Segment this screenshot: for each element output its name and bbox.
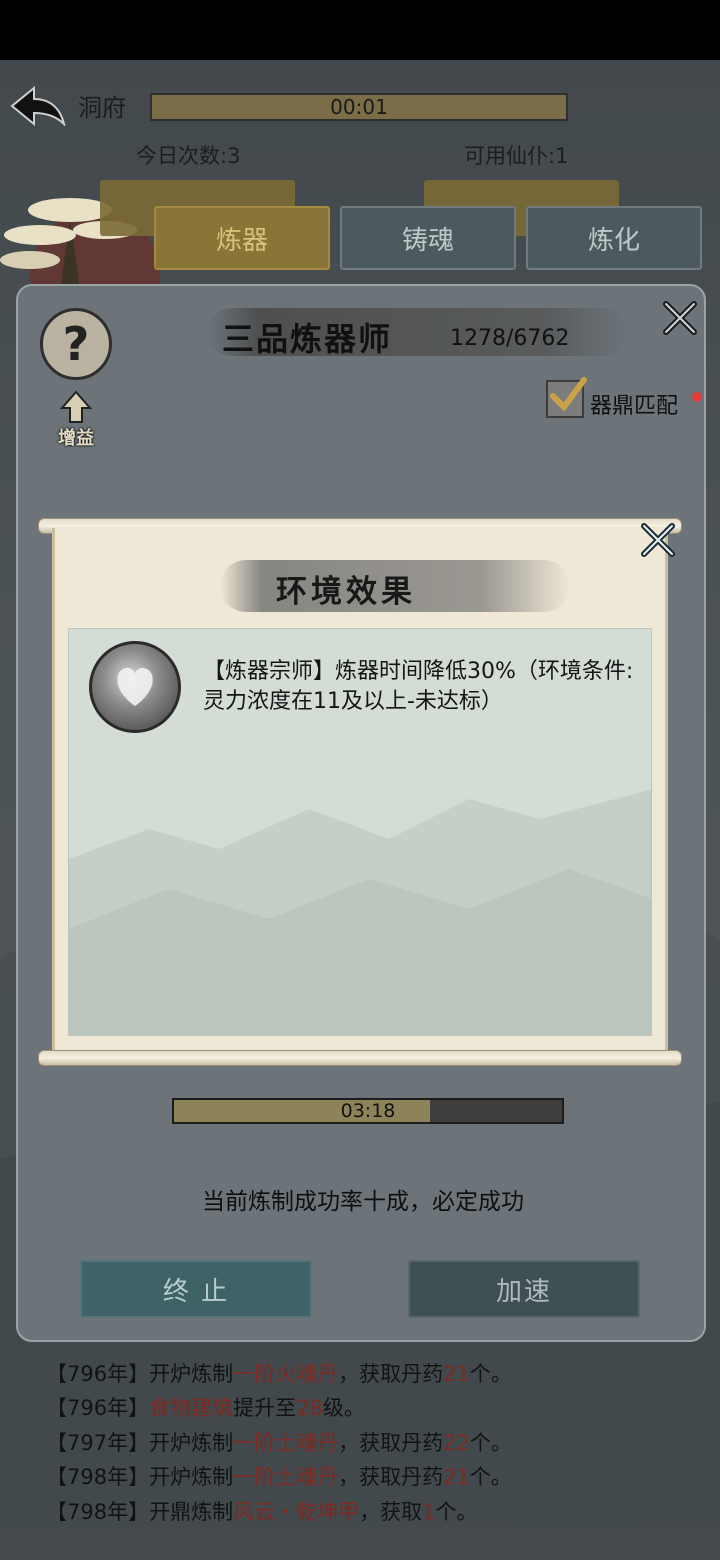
heart-icon: [117, 667, 153, 706]
log-segment: 1: [422, 1499, 436, 1524]
log-segment: 28: [296, 1396, 323, 1420]
today-count: 今日次数:3: [136, 144, 241, 168]
help-button[interactable]: ?: [40, 308, 112, 380]
notification-dot: [692, 392, 702, 402]
log-segment: 食物建筑: [149, 1396, 234, 1420]
match-checkbox[interactable]: [546, 377, 587, 418]
refining-progress-bar: 03:18: [172, 1098, 564, 1124]
location-title: 洞府: [78, 94, 126, 122]
heart-hands-icon: [89, 641, 181, 733]
log-segment: 个。: [469, 1430, 512, 1455]
log-year: 【798年】: [46, 1499, 150, 1524]
buff-button[interactable]: 增益: [48, 390, 104, 460]
craft-tabs: 炼器 铸魂 炼化: [154, 206, 702, 270]
tab-label: 铸魂: [401, 225, 454, 256]
log-segment: 22: [443, 1430, 470, 1455]
dialog-close-button[interactable]: [636, 518, 680, 562]
log-segment: 21: [443, 1465, 470, 1489]
tab-refine-artifact[interactable]: 炼器: [154, 206, 330, 270]
panel-title: 三品炼器师: [222, 320, 393, 358]
log-segment: ，获取丹药: [338, 1465, 444, 1489]
effect-list: 【炼器宗师】炼器时间降低30%（环境条件:灵力浓度在11及以上-未达标）: [68, 628, 652, 1036]
log-segment: 开鼎炼制: [149, 1499, 234, 1524]
speed-label: 加速: [495, 1276, 552, 1307]
tab-label: 炼器: [215, 225, 268, 256]
log-segment: 21: [443, 1361, 470, 1386]
log-line: 【798年】开炉炼制一阶土魂丹，获取丹药21个。: [46, 1460, 706, 1495]
effect-description: 【炼器宗师】炼器时间降低30%（环境条件:灵力浓度在11及以上-未达标）: [203, 659, 634, 714]
log-segment: ，获取丹药: [338, 1361, 444, 1386]
log-segment: 开炉炼制: [149, 1430, 234, 1455]
speed-up-button[interactable]: 加速: [408, 1260, 640, 1318]
log-segment: 一阶土魂丹: [233, 1430, 339, 1455]
log-line: 【796年】开炉炼制一阶火魂丹，获取丹药21个。: [46, 1357, 706, 1392]
log-segment: 个。: [435, 1499, 478, 1524]
top-timer-text: 00:01: [330, 95, 388, 119]
progress-time: 03:18: [340, 1100, 396, 1122]
log-segment: 级。: [322, 1396, 365, 1420]
log-segment: 个。: [469, 1465, 512, 1489]
back-button[interactable]: [8, 84, 68, 128]
arrow-up-icon: [59, 390, 93, 423]
tab-refine-transform[interactable]: 炼化: [526, 206, 702, 270]
log-segment: 一阶土魂丹: [233, 1465, 339, 1489]
match-label: 器鼎匹配: [590, 394, 679, 419]
top-timer-bar: 00:01: [150, 93, 568, 121]
success-rate-text: 当前炼制成功率十成，必定成功: [202, 1189, 524, 1215]
log-year: 【796年】: [46, 1396, 150, 1420]
log-segment: 开炉炼制: [149, 1361, 234, 1386]
dialog-title: 环境效果: [276, 574, 416, 610]
stop-label: 终 止: [162, 1276, 230, 1307]
question-icon: ?: [62, 317, 90, 371]
log-line: 【796年】食物建筑提升至28级。: [46, 1391, 706, 1426]
log-segment: 提升至: [233, 1396, 297, 1420]
back-arrow-icon: [10, 86, 66, 126]
event-log: 【796年】开炉炼制一阶火魂丹，获取丹药21个。 【796年】食物建筑提升至28级…: [46, 1322, 706, 1529]
log-segment: 个。: [469, 1361, 512, 1386]
buff-label: 增益: [58, 428, 94, 449]
log-segment: 一阶火魂丹: [233, 1361, 339, 1386]
available-servants: 可用仙仆:1: [464, 144, 569, 168]
log-line: 【797年】开炉炼制一阶土魂丹，获取丹药22个。: [46, 1426, 706, 1461]
close-icon: [663, 301, 697, 335]
log-segment: ，获取: [359, 1499, 423, 1524]
close-icon: [641, 523, 675, 557]
scroll-rod-bottom: [38, 1050, 682, 1066]
panel-close-button[interactable]: [658, 296, 702, 340]
tab-label: 炼化: [587, 225, 640, 256]
checkmark-icon: [550, 377, 587, 412]
log-segment: ，获取丹药: [338, 1430, 444, 1455]
log-line: 【798年】开鼎炼制风云・乾坤甲，获取1个。: [46, 1495, 706, 1530]
log-year: 【797年】: [46, 1430, 150, 1455]
stop-button[interactable]: 终 止: [80, 1260, 312, 1318]
log-year: 【798年】: [46, 1465, 150, 1489]
tab-forge-soul[interactable]: 铸魂: [340, 206, 516, 270]
log-year: 【796年】: [46, 1361, 150, 1386]
log-segment: 风云・乾坤甲: [233, 1499, 360, 1524]
rank-exp: 1278/6762: [450, 326, 570, 351]
log-segment: 开炉炼制: [149, 1465, 234, 1489]
